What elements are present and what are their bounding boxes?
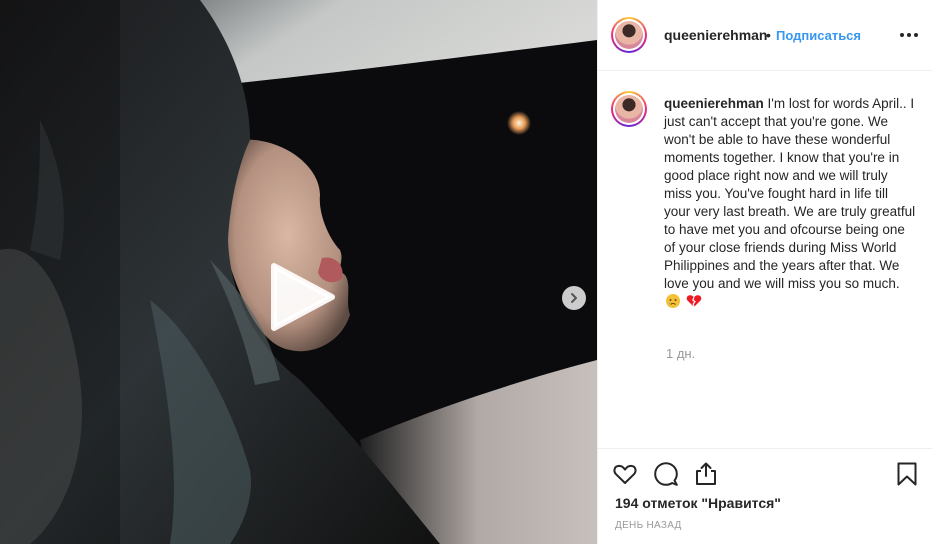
play-icon[interactable] xyxy=(268,262,338,332)
more-options-icon[interactable] xyxy=(898,24,920,46)
comment-icon[interactable] xyxy=(653,461,679,487)
post-date[interactable]: день назад xyxy=(615,520,682,531)
caption-avatar[interactable] xyxy=(611,91,647,127)
crying-face-icon xyxy=(666,294,680,308)
chevron-right-icon xyxy=(571,293,577,303)
caption-username[interactable]: queenierehman xyxy=(664,96,764,111)
header-username[interactable]: queenierehman xyxy=(664,27,767,43)
header-separator: • xyxy=(766,27,771,43)
avatar[interactable] xyxy=(611,17,647,53)
post-panel: queenierehman • Подписаться queenierehma… xyxy=(597,0,932,544)
bookmark-icon[interactable] xyxy=(894,461,920,487)
caption-text: I'm lost for words April.. I just can't … xyxy=(664,96,916,291)
share-icon[interactable] xyxy=(693,461,719,487)
post-media[interactable] xyxy=(0,0,597,544)
post-header: queenierehman • Подписаться xyxy=(598,0,932,71)
heart-icon[interactable] xyxy=(612,461,638,487)
next-slide-button[interactable] xyxy=(562,286,586,310)
follow-button[interactable]: Подписаться xyxy=(776,28,861,43)
comment-time: 1 дн. xyxy=(666,346,696,361)
action-bar: 194 отметок "Нравится" день назад xyxy=(598,448,932,545)
broken-heart-icon xyxy=(686,295,702,308)
likes-count[interactable]: 194 отметок "Нравится" xyxy=(615,495,781,511)
caption: queenierehman I'm lost for words April..… xyxy=(664,95,916,311)
